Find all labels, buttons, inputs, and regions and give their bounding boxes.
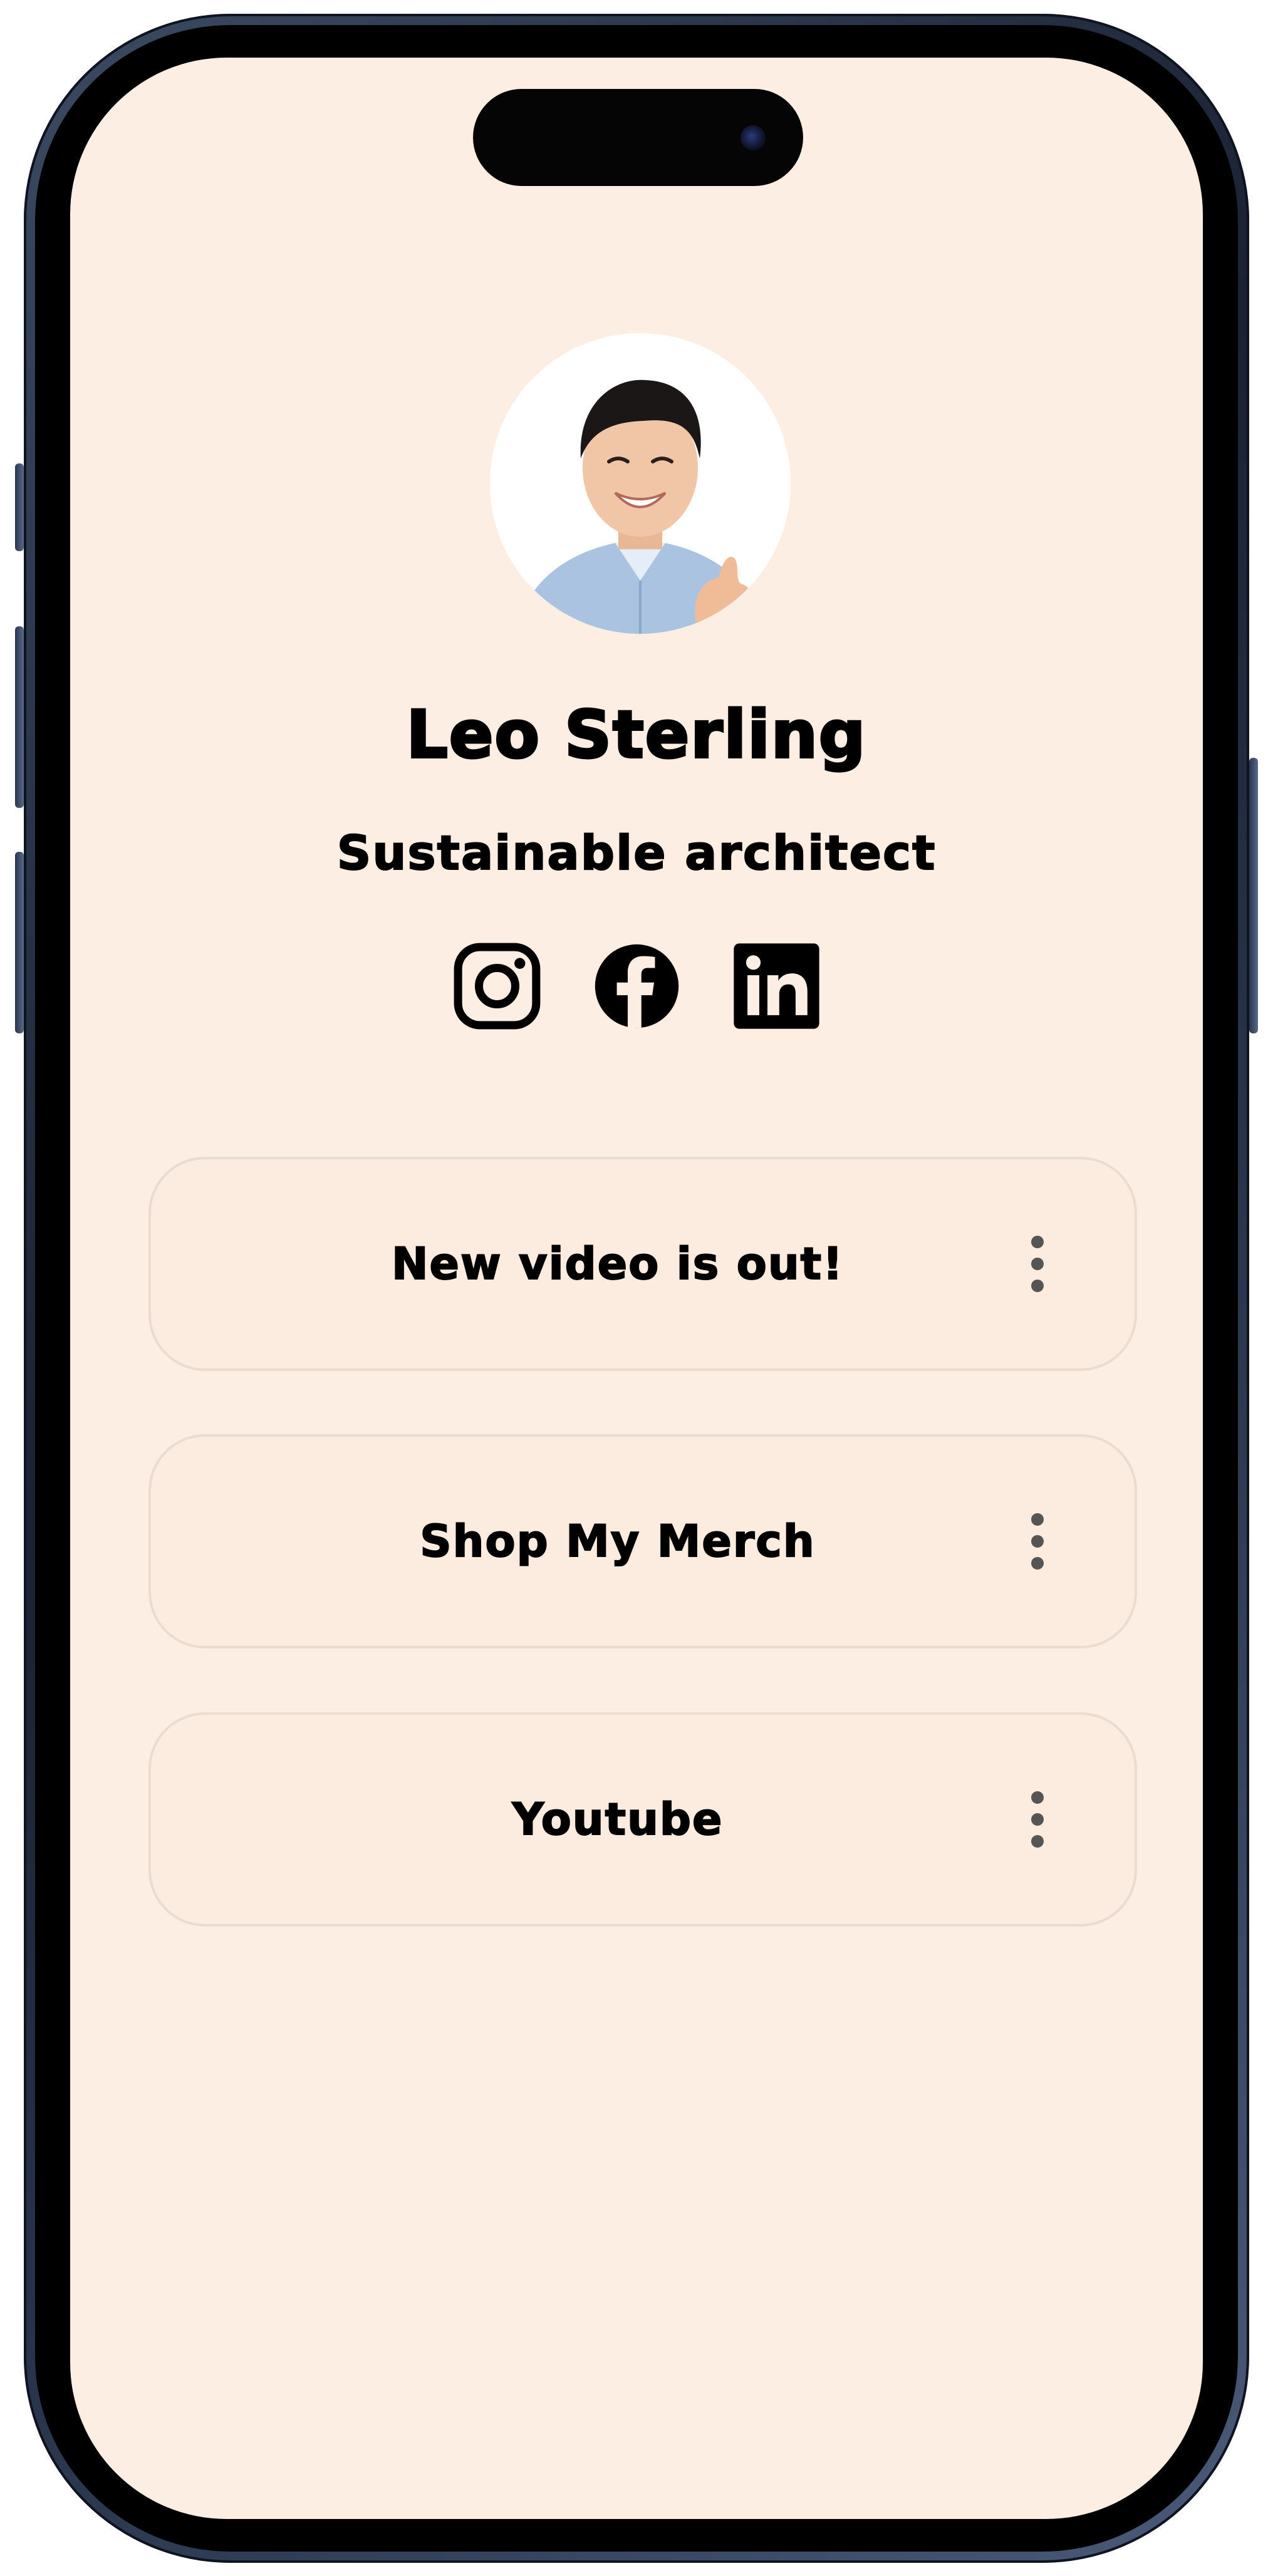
facebook-icon[interactable] [591, 941, 682, 1032]
avatar[interactable] [490, 333, 791, 634]
linkedin-icon[interactable] [731, 941, 822, 1032]
profile-name: Leo Sterling [405, 695, 867, 774]
front-camera [740, 125, 766, 150]
link-label: Shop My Merch [419, 1515, 816, 1568]
more-vertical-icon[interactable] [1028, 1513, 1047, 1570]
link-card-shop-merch[interactable]: Shop My Merch [148, 1434, 1137, 1648]
link-card-youtube[interactable]: Youtube [148, 1712, 1137, 1927]
link-label: Youtube [511, 1793, 724, 1846]
instagram-icon[interactable] [452, 941, 543, 1032]
volume-up-button [15, 626, 24, 808]
link-label: New video is out! [391, 1238, 844, 1290]
more-vertical-icon[interactable] [1028, 1791, 1047, 1848]
more-vertical-icon[interactable] [1028, 1236, 1047, 1292]
power-button [1249, 758, 1258, 1033]
social-links [70, 941, 1203, 1035]
action-button [15, 463, 24, 551]
dynamic-island [473, 89, 803, 186]
link-card-new-video[interactable]: New video is out! [148, 1157, 1137, 1371]
profile-tagline: Sustainable architect [336, 824, 937, 881]
profile-photo [490, 333, 791, 634]
phone-screen: Leo Sterling Sustainable architect New v… [70, 58, 1203, 2519]
volume-down-button [15, 852, 24, 1033]
